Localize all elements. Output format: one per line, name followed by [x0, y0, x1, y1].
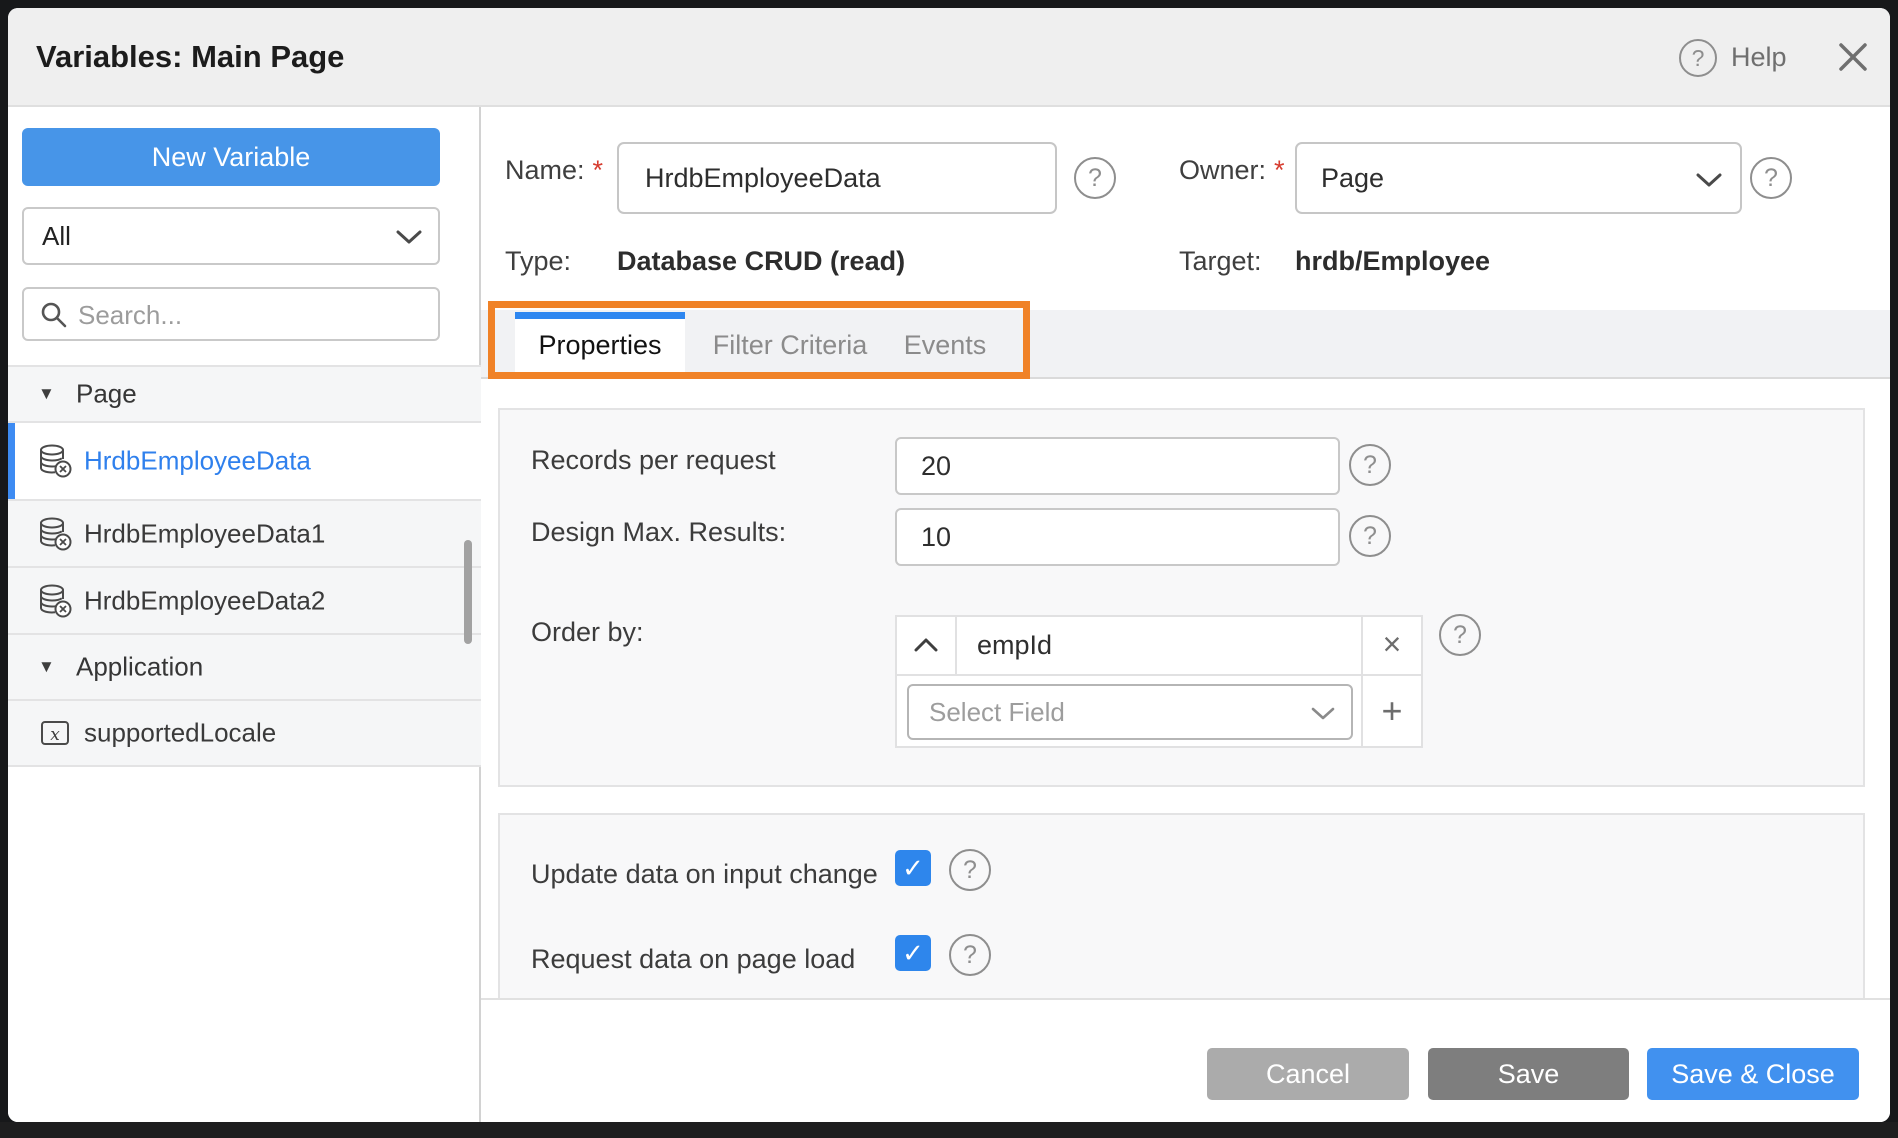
search-icon — [40, 301, 68, 329]
request-on-load-label: Request data on page load — [531, 944, 855, 975]
dialog-header: Variables: Main Page ? Help — [8, 8, 1890, 107]
close-button[interactable] — [1836, 40, 1870, 74]
active-tab-indicator — [515, 312, 685, 319]
required-marker: * — [1266, 155, 1285, 185]
variables-sidebar: New Variable All ▼ Page — [8, 107, 481, 1122]
chevron-down-icon — [1311, 706, 1335, 721]
name-label: Name:* — [505, 155, 603, 186]
request-on-load-checkbox[interactable]: ✓ — [895, 935, 931, 971]
target-value: hrdb/Employee — [1295, 246, 1490, 277]
variables-dialog: Variables: Main Page ? Help New Variable… — [8, 8, 1890, 1122]
help-link[interactable]: Help — [1731, 42, 1787, 73]
add-sort-field-button[interactable]: + — [1363, 676, 1421, 748]
type-label: Type: — [505, 246, 571, 277]
sidebar-item-hrdbemployeedata[interactable]: HrdbEmployeeData — [8, 423, 481, 501]
tab-properties[interactable]: Properties — [515, 312, 685, 379]
search-box — [22, 287, 440, 341]
tab-filter-criteria[interactable]: Filter Criteria — [705, 312, 875, 379]
design-max-results-input[interactable] — [895, 508, 1340, 566]
sidebar-item-hrdbemployeedata2[interactable]: HrdbEmployeeData2 — [8, 568, 481, 635]
variable-filter-value: All — [42, 209, 71, 263]
chevron-down-icon — [396, 229, 422, 245]
name-input[interactable] — [617, 142, 1057, 214]
variable-filter-select[interactable]: All — [22, 207, 440, 265]
save-and-close-button[interactable]: Save & Close — [1647, 1048, 1859, 1100]
required-marker: * — [585, 155, 604, 185]
chevron-down-icon — [1696, 172, 1722, 188]
type-value: Database CRUD (read) — [617, 246, 905, 277]
target-label: Target: — [1179, 246, 1262, 277]
background-page-strip — [0, 1122, 1898, 1138]
update-on-input-label: Update data on input change — [531, 859, 878, 890]
records-per-request-input[interactable] — [895, 437, 1340, 495]
order-by-group: empId × Select Field + — [895, 615, 1423, 748]
owner-help-icon[interactable]: ? — [1750, 157, 1792, 199]
database-read-icon — [36, 582, 74, 620]
tab-events[interactable]: Events — [875, 312, 1015, 379]
dialog-title: Variables: Main Page — [36, 8, 344, 105]
owner-value: Page — [1321, 144, 1384, 212]
sort-direction-button[interactable] — [897, 617, 955, 674]
update-on-input-help-icon[interactable]: ? — [949, 849, 991, 891]
order-by-help-icon[interactable]: ? — [1439, 614, 1481, 656]
save-button[interactable]: Save — [1428, 1048, 1629, 1100]
collapse-triangle-icon: ▼ — [38, 384, 55, 404]
close-icon — [1836, 40, 1870, 74]
new-variable-button[interactable]: New Variable — [22, 128, 440, 186]
search-input[interactable] — [76, 291, 420, 339]
order-by-label: Order by: — [531, 617, 644, 648]
sidebar-item-hrdbemployeedata1[interactable]: HrdbEmployeeData1 — [8, 501, 481, 568]
request-on-load-help-icon[interactable]: ? — [949, 934, 991, 976]
sidebar-scrollbar[interactable] — [464, 540, 472, 644]
divider — [897, 674, 1421, 676]
selection-indicator — [8, 423, 15, 499]
select-field-dropdown[interactable]: Select Field — [907, 684, 1353, 740]
name-help-icon[interactable]: ? — [1074, 157, 1116, 199]
records-per-request-label: Records per request — [531, 445, 776, 476]
help-icon[interactable]: ? — [1679, 39, 1717, 77]
chevron-up-icon — [914, 637, 938, 653]
cancel-button[interactable]: Cancel — [1207, 1048, 1409, 1100]
svg-text:x: x — [50, 725, 60, 745]
owner-label: Owner:* — [1179, 155, 1285, 186]
collapse-triangle-icon: ▼ — [38, 657, 55, 677]
records-help-icon[interactable]: ? — [1349, 444, 1391, 486]
sidebar-group-page[interactable]: ▼ Page — [8, 367, 481, 423]
design-max-results-label: Design Max. Results: — [531, 517, 786, 548]
divider — [955, 617, 957, 674]
sidebar-item-supportedlocale[interactable]: x supportedLocale — [8, 701, 481, 767]
remove-sort-field-button[interactable]: × — [1363, 617, 1421, 674]
database-read-icon — [36, 442, 74, 480]
tab-bar — [481, 310, 1890, 379]
variable-icon: x — [36, 714, 74, 752]
variables-list: ▼ Page HrdbEmployeeData — [8, 365, 481, 767]
sidebar-group-application[interactable]: ▼ Application — [8, 635, 481, 701]
update-on-input-checkbox[interactable]: ✓ — [895, 850, 931, 886]
database-read-icon — [36, 515, 74, 553]
select-field-placeholder: Select Field — [929, 686, 1065, 738]
design-help-icon[interactable]: ? — [1349, 515, 1391, 557]
order-by-field-value[interactable]: empId — [977, 617, 1052, 674]
owner-select[interactable]: Page — [1295, 142, 1742, 214]
